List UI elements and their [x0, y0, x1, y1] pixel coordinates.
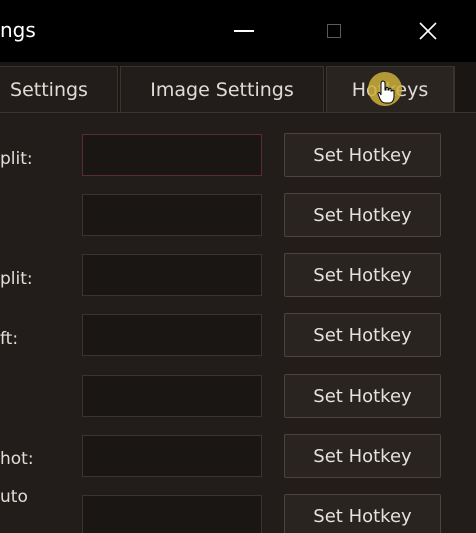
hotkey-field[interactable] [82, 254, 262, 296]
hotkey-field[interactable] [82, 134, 262, 176]
row-label: plit: [0, 149, 33, 169]
tab-label: Settings [10, 78, 88, 101]
hotkey-field[interactable] [82, 495, 262, 533]
hotkeys-panel: plit: Set Hotkey Set Hotkey plit: Set Ho… [0, 112, 476, 533]
row-label: uto [0, 487, 28, 507]
maximize-icon [327, 24, 341, 38]
row-label: ft: [0, 329, 19, 349]
hotkey-field[interactable] [82, 194, 262, 236]
set-hotkey-button[interactable]: Set Hotkey [284, 494, 441, 533]
set-hotkey-button[interactable]: Set Hotkey [284, 253, 441, 297]
set-hotkey-button[interactable]: Set Hotkey [284, 133, 441, 177]
minimize-button[interactable] [214, 0, 274, 62]
hotkey-field[interactable] [82, 375, 262, 417]
tab-strip-edge [454, 66, 476, 112]
hand-cursor-icon [377, 80, 395, 104]
set-hotkey-button[interactable]: Set Hotkey [284, 374, 441, 418]
set-hotkey-button[interactable]: Set Hotkey [284, 434, 441, 478]
hotkey-field[interactable] [82, 314, 262, 356]
maximize-button[interactable] [304, 0, 364, 62]
hotkey-field[interactable] [82, 435, 262, 477]
minimize-icon [234, 30, 254, 32]
tab-image-settings[interactable]: Image Settings [120, 66, 324, 112]
title-bar: ngs [0, 0, 476, 62]
settings-window: ngs Settings Image Settings Hotkeys plit… [0, 0, 476, 533]
row-label: hot: [0, 449, 34, 469]
tab-label: Image Settings [150, 78, 294, 101]
set-hotkey-button[interactable]: Set Hotkey [284, 313, 441, 357]
tab-settings[interactable]: Settings [0, 66, 118, 112]
close-button[interactable] [398, 0, 458, 62]
close-icon [419, 22, 437, 40]
row-label: plit: [0, 269, 33, 289]
window-title: ngs [0, 18, 36, 42]
set-hotkey-button[interactable]: Set Hotkey [284, 193, 441, 237]
